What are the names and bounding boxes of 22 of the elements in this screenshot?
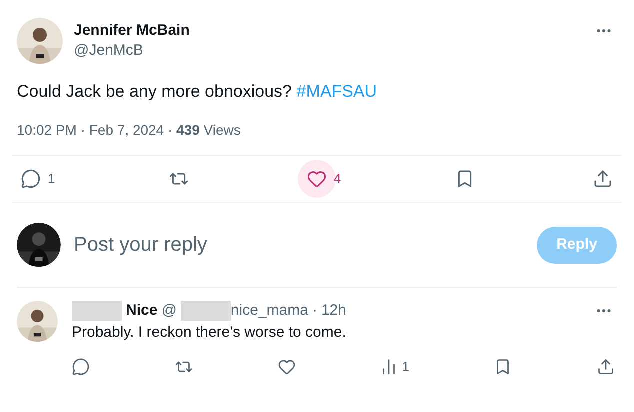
like-action[interactable]	[278, 358, 296, 376]
reply-time[interactable]: 12h	[321, 301, 346, 321]
separator: ·	[312, 301, 318, 321]
tweet-meta: 10:02 PM · Feb 7, 2024 · 439 Views	[17, 121, 242, 140]
share-action[interactable]	[596, 358, 615, 376]
reply-action[interactable]: 1	[12, 160, 60, 198]
comment-icon	[72, 358, 90, 376]
reply-author-name[interactable]: Nice	[126, 301, 158, 321]
author-handle[interactable]: @JenMcB	[74, 41, 190, 61]
comment-icon	[21, 169, 41, 189]
heart-icon	[278, 358, 296, 376]
author-name[interactable]: Jennifer McBain	[74, 21, 190, 41]
tweet-text: Could Jack be any more obnoxious? #MAFSAU	[17, 81, 378, 103]
reply-handle-prefix: @	[162, 301, 177, 321]
share-icon	[596, 358, 615, 376]
reply-input[interactable]: Post your reply	[74, 230, 537, 260]
views-action[interactable]: 1	[380, 357, 410, 376]
reply-action[interactable]	[72, 358, 90, 376]
share-icon	[592, 169, 613, 189]
reply-text: Probably. I reckon there's worse to come.	[72, 323, 348, 343]
like-action[interactable]: 4	[298, 160, 346, 198]
reply-handle[interactable]: nice_mama	[230, 301, 308, 321]
